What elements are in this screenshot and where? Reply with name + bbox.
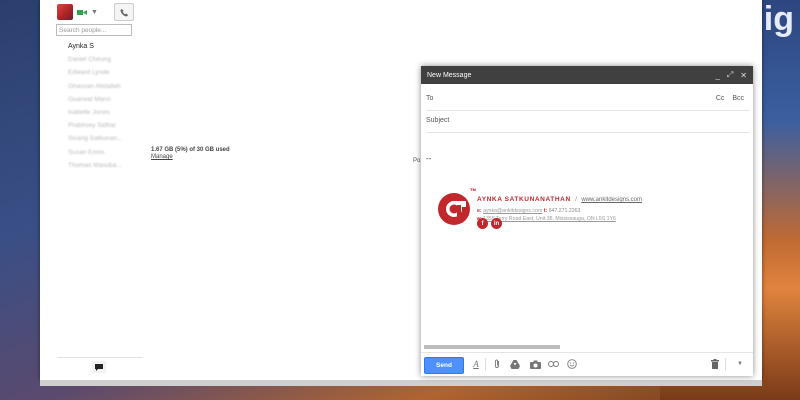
chat-bubble-icon [95, 363, 103, 371]
contact-item[interactable]: Thomas Masuba... [68, 159, 123, 172]
send-button[interactable]: Send [424, 357, 464, 374]
contact-item[interactable]: Isabelle Jones [68, 106, 123, 119]
window-bottom-bar [40, 380, 762, 386]
subject-label: Subject [426, 117, 450, 124]
storage-used: 1.67 GB (5%) of 30 GB used [151, 147, 230, 153]
chat-button[interactable] [92, 361, 106, 373]
bcc-link[interactable]: Bcc [732, 95, 744, 102]
contact-item[interactable]: Ghassan Abdallah [68, 80, 123, 93]
chat-header: ▼ [57, 4, 98, 20]
formatting-icon[interactable]: A [470, 358, 482, 370]
signature-email-link[interactable]: aynka@ankitdesigns.com [483, 208, 542, 214]
avatar[interactable] [57, 4, 73, 20]
divider [57, 357, 143, 358]
emoji-icon[interactable] [566, 358, 578, 370]
logo-icon [438, 193, 470, 225]
compose-window: New Message _ ⤢ ✕ To Cc Bcc Subject -- T… [421, 66, 753, 376]
wallpaper-text: ig [763, 0, 794, 38]
background-text: Po [413, 158, 421, 164]
signature-address[interactable]: 1355 Terry Road East, Unit 38, Mississau… [483, 216, 616, 222]
search-people-input[interactable]: Search people... [56, 24, 132, 36]
linkedin-icon[interactable]: in [491, 218, 502, 229]
compose-toolbar: Send A ▼ [421, 352, 753, 377]
compose-title: New Message [427, 71, 472, 79]
divider [725, 358, 726, 371]
chevron-down-icon[interactable]: ▼ [91, 9, 98, 16]
contact-list: Aynka S Daniel Cheung Edward Lynde Ghass… [68, 40, 123, 172]
email-prefix: e: [477, 208, 482, 214]
to-label: To [426, 95, 434, 102]
minimize-icon[interactable]: _ [715, 71, 719, 80]
contact-item[interactable]: Sivarig Satkunan... [68, 132, 123, 145]
contact-item[interactable]: Aynka S [68, 40, 123, 53]
facebook-icon[interactable]: f [477, 218, 488, 229]
social-links: f in [477, 218, 502, 229]
signature-slash: / [575, 197, 577, 203]
trash-icon[interactable] [709, 358, 721, 370]
signature-name: AYNKA SATKUNANATHAN [477, 196, 571, 203]
contact-item[interactable]: Daniel Cheung [68, 53, 123, 66]
divider [485, 358, 486, 371]
compose-header[interactable]: New Message _ ⤢ ✕ [421, 66, 753, 84]
phone-icon [119, 8, 128, 17]
signature-website-link[interactable]: www.ankitdesigns.com [581, 197, 642, 203]
contact-item[interactable]: Edward Lynde [68, 66, 123, 79]
trademark: TM [470, 187, 476, 192]
signature-phone: 647.271.2263 [548, 208, 581, 214]
expand-icon[interactable]: ⤢ [727, 70, 733, 80]
more-options-icon[interactable]: ▼ [734, 358, 746, 370]
signature-separator: -- [426, 154, 432, 163]
camera-icon[interactable] [529, 358, 541, 370]
attach-icon[interactable] [491, 358, 503, 370]
cc-link[interactable]: Cc [716, 95, 725, 102]
video-camera-icon [77, 9, 87, 16]
storage-info: 1.67 GB (5%) of 30 GB used Manage [151, 147, 230, 160]
contact-item[interactable]: Susan Ennis [68, 146, 123, 159]
horizontal-scrollbar[interactable] [424, 345, 560, 349]
contact-item[interactable]: Guarwat Mann [68, 93, 123, 106]
tel-prefix: t: [543, 208, 548, 214]
close-icon[interactable]: ✕ [740, 71, 747, 80]
contact-item[interactable]: Prabhsey Sidhar [68, 119, 123, 132]
to-field[interactable]: To Cc Bcc [426, 88, 750, 111]
link-icon[interactable] [547, 358, 559, 370]
call-phone-button[interactable] [114, 3, 134, 21]
drive-icon[interactable] [509, 358, 521, 370]
subject-field[interactable]: Subject [426, 110, 750, 133]
manage-link[interactable]: Manage [151, 154, 230, 160]
